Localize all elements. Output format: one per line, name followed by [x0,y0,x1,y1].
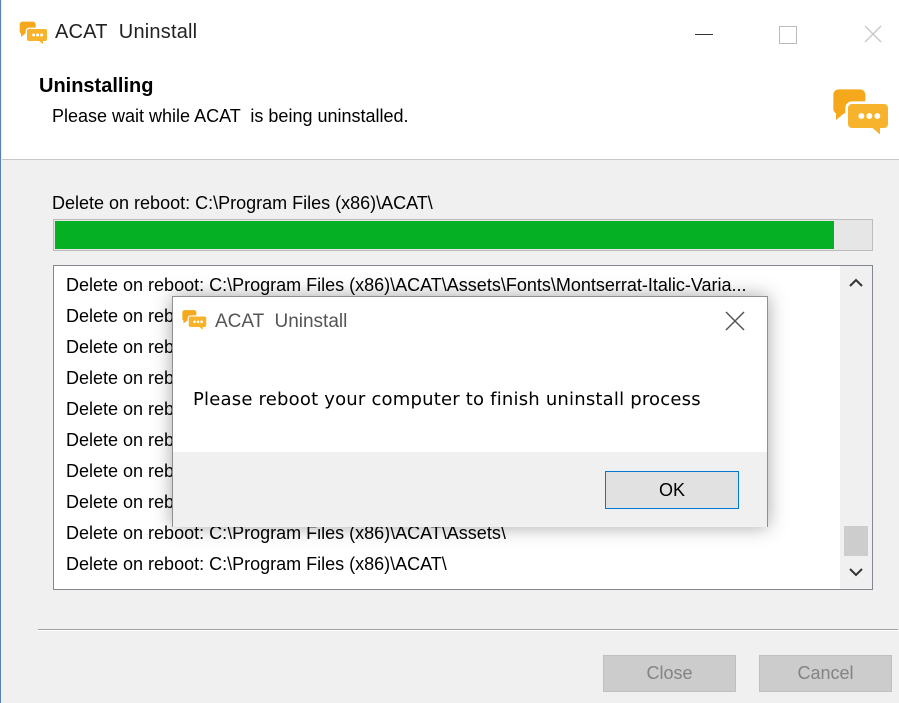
status-label: Delete on reboot: C:\Program Files (x86)… [52,193,433,213]
speech-bubbles-icon [181,309,208,332]
close-button[interactable]: Close [603,655,736,692]
maximize-icon[interactable] [772,18,812,50]
page-title: Uninstalling [39,75,154,97]
scroll-up-arrow-icon[interactable] [840,266,872,300]
close-icon[interactable] [859,18,899,50]
title-bar[interactable]: ACAT Uninstall [2,0,899,66]
uninstaller-window: ACAT Uninstall Uninstalling Please wait … [0,0,899,703]
dialog-footer: OK [173,452,767,527]
dialog-close-icon[interactable] [721,307,749,335]
dialog-message: Please reboot your computer to finish un… [193,389,701,410]
list-item[interactable]: Delete on reboot: C:\Program Files (x86)… [66,549,836,580]
speech-bubbles-logo-icon [831,88,891,139]
scroll-thumb[interactable] [844,526,868,556]
page-subtitle: Please wait while ACAT is being uninstal… [52,106,409,126]
ok-button[interactable]: OK [605,471,739,509]
dialog-title: ACAT Uninstall [215,311,348,332]
reboot-dialog[interactable]: ACAT Uninstall Please reboot your comput… [172,296,768,527]
window-title: ACAT Uninstall [55,21,198,43]
minimize-icon[interactable] [690,18,730,50]
vertical-scrollbar[interactable] [840,266,872,589]
cancel-button[interactable]: Cancel [759,655,892,692]
scroll-down-arrow-icon[interactable] [840,555,872,589]
progress-bar [53,219,873,251]
footer-divider [38,629,898,631]
progress-fill [55,221,835,249]
header-panel: Uninstalling Please wait while ACAT is b… [2,66,899,160]
speech-bubbles-icon [18,20,49,47]
